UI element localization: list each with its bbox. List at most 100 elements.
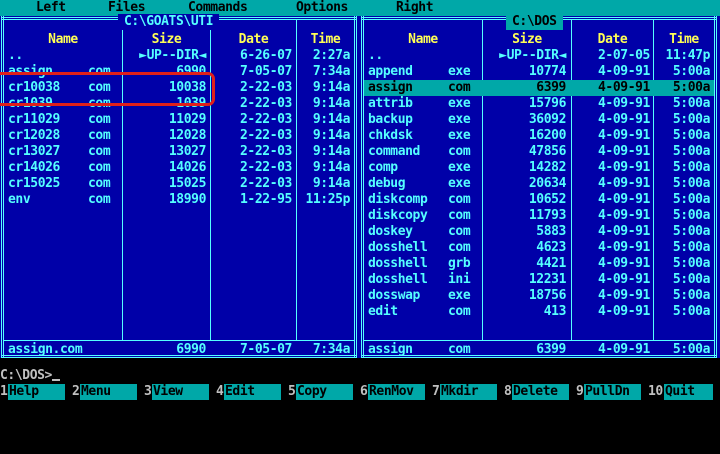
fkey-label: Edit xyxy=(224,384,281,400)
fkey-pulldn[interactable]: 9 PullDn xyxy=(576,384,648,400)
file-date: 2-07-05 xyxy=(598,48,650,63)
fkey-number: 7 xyxy=(432,384,440,399)
file-row[interactable]: assign com 6399 4-09-91 5:00a xyxy=(364,80,714,96)
file-row[interactable]: dosshell com 4623 4-09-91 5:00a xyxy=(364,240,714,256)
file-time: 5:00a xyxy=(672,144,711,159)
file-row[interactable]: cr10038 com 10038 2-22-03 9:14a xyxy=(4,80,354,96)
column-header-size[interactable]: Size xyxy=(483,32,571,48)
menu-left[interactable]: Left xyxy=(36,0,66,16)
column-header-date[interactable]: Date xyxy=(211,32,296,48)
file-row[interactable]: attrib exe 15796 4-09-91 5:00a xyxy=(364,96,714,112)
function-key-bar: 1 Help 2 Menu 3 View 4 Edit 5 Copy 6 RenMov 7 Mkdir 8 D… xyxy=(0,384,720,400)
column-header-name[interactable]: Name xyxy=(364,32,482,48)
file-date: 2-22-03 xyxy=(240,96,292,111)
file-row[interactable]: comp exe 14282 4-09-91 5:00a xyxy=(364,160,714,176)
column-header-name[interactable]: Name xyxy=(4,32,122,48)
file-ext: com xyxy=(88,192,111,207)
file-row[interactable]: debug exe 20634 4-09-91 5:00a xyxy=(364,176,714,192)
fkey-delete[interactable]: 8 Delete xyxy=(504,384,576,400)
file-row[interactable]: env com 18990 1-22-95 11:25p xyxy=(4,192,354,208)
file-size: 4421 xyxy=(536,256,566,271)
fkey-label: Delete xyxy=(512,384,569,400)
right-panel[interactable]: C:\DOS Name Size Date Time .. ►UP--DIR◄ 2-… xyxy=(360,14,720,358)
file-size: 15796 xyxy=(528,96,567,111)
file-row[interactable]: assign com 6990 7-05-07 7:34a xyxy=(4,64,354,80)
file-size: 10774 xyxy=(528,64,567,79)
fkey-label: Mkdir xyxy=(440,384,497,400)
file-ext: exe xyxy=(448,288,471,303)
file-time: 5:00a xyxy=(672,128,711,143)
file-time: 11:47p xyxy=(665,48,710,63)
file-row[interactable]: cr11029 com 11029 2-22-03 9:14a xyxy=(4,112,354,128)
file-ext: exe xyxy=(448,112,471,127)
file-name: backup xyxy=(368,112,413,127)
file-date: 4-09-91 xyxy=(598,128,650,143)
file-row[interactable]: dosshell grb 4421 4-09-91 5:00a xyxy=(364,256,714,272)
menu-right[interactable]: Right xyxy=(396,0,434,16)
file-ext: com xyxy=(448,304,471,319)
file-name: assign xyxy=(368,80,413,95)
fkey-menu[interactable]: 2 Menu xyxy=(72,384,144,400)
column-header-time[interactable]: Time xyxy=(297,32,354,48)
file-row[interactable]: cr13027 com 13027 2-22-03 9:14a xyxy=(4,144,354,160)
file-size: 12028 xyxy=(168,128,207,143)
file-ext: com xyxy=(88,160,111,175)
file-row[interactable]: .. ►UP--DIR◄ 6-26-07 2:27a xyxy=(4,48,354,64)
left-panel[interactable]: C:\GOATS\UTI Name Size Date Time .. ►UP--… xyxy=(0,14,360,358)
file-date: 4-09-91 xyxy=(598,80,650,95)
file-row[interactable]: dosshell ini 12231 4-09-91 5:00a xyxy=(364,272,714,288)
file-row[interactable]: diskcomp com 10652 4-09-91 5:00a xyxy=(364,192,714,208)
fkey-edit[interactable]: 4 Edit xyxy=(216,384,288,400)
file-row[interactable]: dosswap exe 18756 4-09-91 5:00a xyxy=(364,288,714,304)
right-status-name: assign xyxy=(368,342,413,357)
file-size: 10038 xyxy=(168,80,207,95)
fkey-quit[interactable]: 10 Quit xyxy=(648,384,720,400)
file-row[interactable]: .. ►UP--DIR◄ 2-07-05 11:47p xyxy=(364,48,714,64)
column-header-time[interactable]: Time xyxy=(654,32,714,48)
file-size: 6399 xyxy=(536,80,566,95)
file-row[interactable]: command com 47856 4-09-91 5:00a xyxy=(364,144,714,160)
fkey-view[interactable]: 3 View xyxy=(144,384,216,400)
file-row[interactable]: chkdsk exe 16200 4-09-91 5:00a xyxy=(364,128,714,144)
file-row[interactable]: cr15025 com 15025 2-22-03 9:14a xyxy=(4,176,354,192)
file-ext: com xyxy=(88,176,111,191)
menu-options[interactable]: Options xyxy=(296,0,348,16)
fkey-mkdir[interactable]: 7 Mkdir xyxy=(432,384,504,400)
file-row[interactable]: backup exe 36092 4-09-91 5:00a xyxy=(364,112,714,128)
column-header-date[interactable]: Date xyxy=(572,32,653,48)
text-cursor xyxy=(52,379,60,381)
command-line[interactable]: C:\DOS> xyxy=(0,368,720,384)
file-date: 2-22-03 xyxy=(240,112,292,127)
file-size: 13027 xyxy=(168,144,207,159)
file-date: 2-22-03 xyxy=(240,160,292,175)
file-name: attrib xyxy=(368,96,413,111)
fkey-renmov[interactable]: 6 RenMov xyxy=(360,384,432,400)
fkey-copy[interactable]: 5 Copy xyxy=(288,384,360,400)
file-name: diskcopy xyxy=(368,208,428,223)
file-size: ►UP--DIR◄ xyxy=(499,48,566,63)
file-size: 14026 xyxy=(168,160,207,175)
file-ext: com xyxy=(88,128,111,143)
left-panel-path: C:\GOATS\UTI xyxy=(118,14,220,30)
file-ext: exe xyxy=(448,96,471,111)
file-name: .. xyxy=(368,48,383,63)
file-name: cr11029 xyxy=(8,112,60,127)
file-row[interactable]: diskcopy com 11793 4-09-91 5:00a xyxy=(364,208,714,224)
right-status-date: 4-09-91 xyxy=(598,342,650,357)
file-date: 4-09-91 xyxy=(598,256,650,271)
left-status-date: 7-05-07 xyxy=(240,342,292,357)
file-row[interactable]: append exe 10774 4-09-91 5:00a xyxy=(364,64,714,80)
file-time: 9:14a xyxy=(312,144,351,159)
fkey-help[interactable]: 1 Help xyxy=(0,384,72,400)
file-row[interactable]: doskey com 5883 4-09-91 5:00a xyxy=(364,224,714,240)
file-row[interactable]: cr14026 com 14026 2-22-03 9:14a xyxy=(4,160,354,176)
column-header-size[interactable]: Size xyxy=(123,32,210,48)
file-name: cr1039 xyxy=(8,96,53,111)
file-date: 4-09-91 xyxy=(598,96,650,111)
file-row[interactable]: edit com 413 4-09-91 5:00a xyxy=(364,304,714,320)
file-name: debug xyxy=(368,176,406,191)
file-ext: com xyxy=(448,240,471,255)
file-row[interactable]: cr1039 com 1039 2-22-03 9:14a xyxy=(4,96,354,112)
file-row[interactable]: cr12028 com 12028 2-22-03 9:14a xyxy=(4,128,354,144)
right-status-size: 6399 xyxy=(536,342,566,357)
